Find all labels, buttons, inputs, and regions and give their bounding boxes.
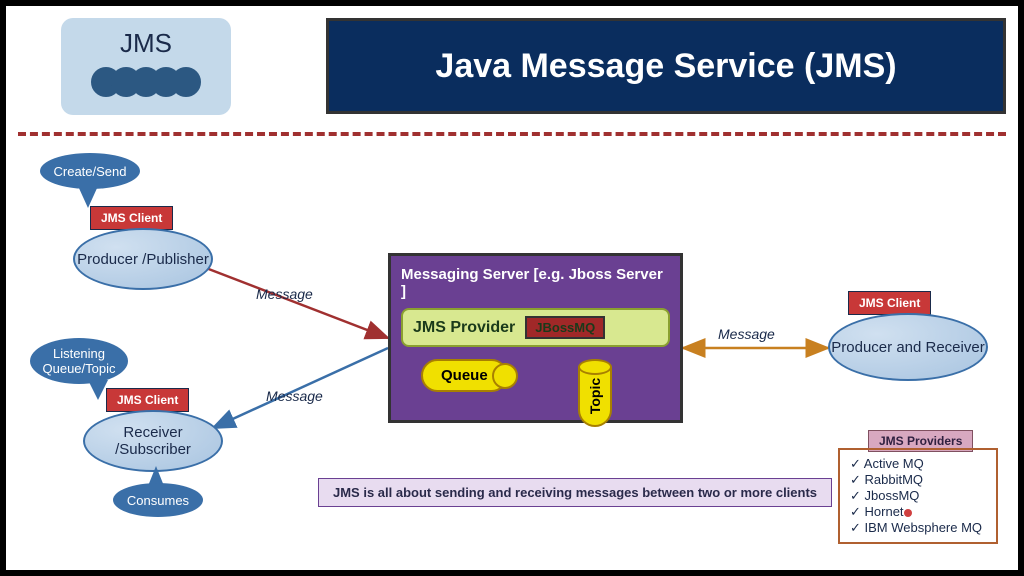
messaging-server: Messaging Server [e.g. Jboss Server ] JM… (388, 253, 683, 423)
provider-item: IBM Websphere MQ (850, 520, 986, 536)
logo-circles-icon (91, 67, 201, 97)
receiver-callout-text: Listening Queue/Topic (42, 346, 116, 376)
server-title: Messaging Server [e.g. Jboss Server ] (401, 266, 670, 300)
queue-label: Queue (441, 367, 488, 384)
footer-note: JMS is all about sending and receiving m… (318, 478, 832, 507)
consumes-callout: Consumes (113, 483, 203, 517)
topic-cylinder: Topic (578, 359, 612, 427)
title-bar: Java Message Service (JMS) (326, 18, 1006, 114)
page-title: Java Message Service (JMS) (435, 47, 896, 86)
producer-callout: Create/Send (40, 153, 140, 189)
logo-container: JMS (6, 6, 286, 126)
callout-tail-icon (78, 186, 98, 208)
right-arrow-label: Message (718, 326, 775, 342)
receiver-label: Receiver /Subscriber (85, 424, 221, 458)
providers-list: Active MQ RabbitMQ JbossMQ Hornet IBM We… (850, 456, 986, 536)
producer-label: Producer /Publisher (77, 251, 209, 268)
callout-tail-icon (88, 380, 108, 400)
provider-item: JbossMQ (850, 488, 986, 504)
right-node: Producer and Receiver (828, 313, 988, 381)
producer-node: Producer /Publisher (73, 228, 213, 290)
topic-label: Topic (587, 378, 603, 414)
provider-item: Active MQ (850, 456, 986, 472)
logo-text: JMS (120, 28, 172, 59)
producer-tag: JMS Client (90, 206, 173, 230)
topic-top-icon (578, 359, 612, 375)
provider-strip: JMS Provider JBossMQ (401, 308, 670, 347)
right-tag: JMS Client (848, 291, 931, 315)
header-row: JMS Java Message Service (JMS) (6, 6, 1018, 126)
provider-label: JMS Provider (413, 319, 515, 337)
consumes-text: Consumes (127, 493, 189, 508)
provider-item: RabbitMQ (850, 472, 986, 488)
diagram-canvas: Create/Send JMS Client Producer /Publish… (18, 148, 1006, 568)
receiver-node: Receiver /Subscriber (83, 410, 223, 472)
receiver-arrow-label: Message (266, 388, 323, 404)
jms-logo: JMS (61, 18, 231, 115)
provider-item: Hornet (850, 504, 986, 520)
right-label: Producer and Receiver (831, 339, 984, 356)
producer-callout-text: Create/Send (54, 164, 127, 179)
queue-circle-icon (492, 363, 518, 389)
producer-arrow-label: Message (256, 286, 313, 302)
receiver-callout: Listening Queue/Topic (30, 338, 128, 384)
receiver-tag: JMS Client (106, 388, 189, 412)
jbossmq-tag: JBossMQ (525, 316, 605, 339)
divider (18, 132, 1006, 136)
providers-box: Active MQ RabbitMQ JbossMQ Hornet IBM We… (838, 448, 998, 544)
server-bottom: Queue Topic (401, 359, 670, 427)
topic-body: Topic (578, 367, 612, 427)
